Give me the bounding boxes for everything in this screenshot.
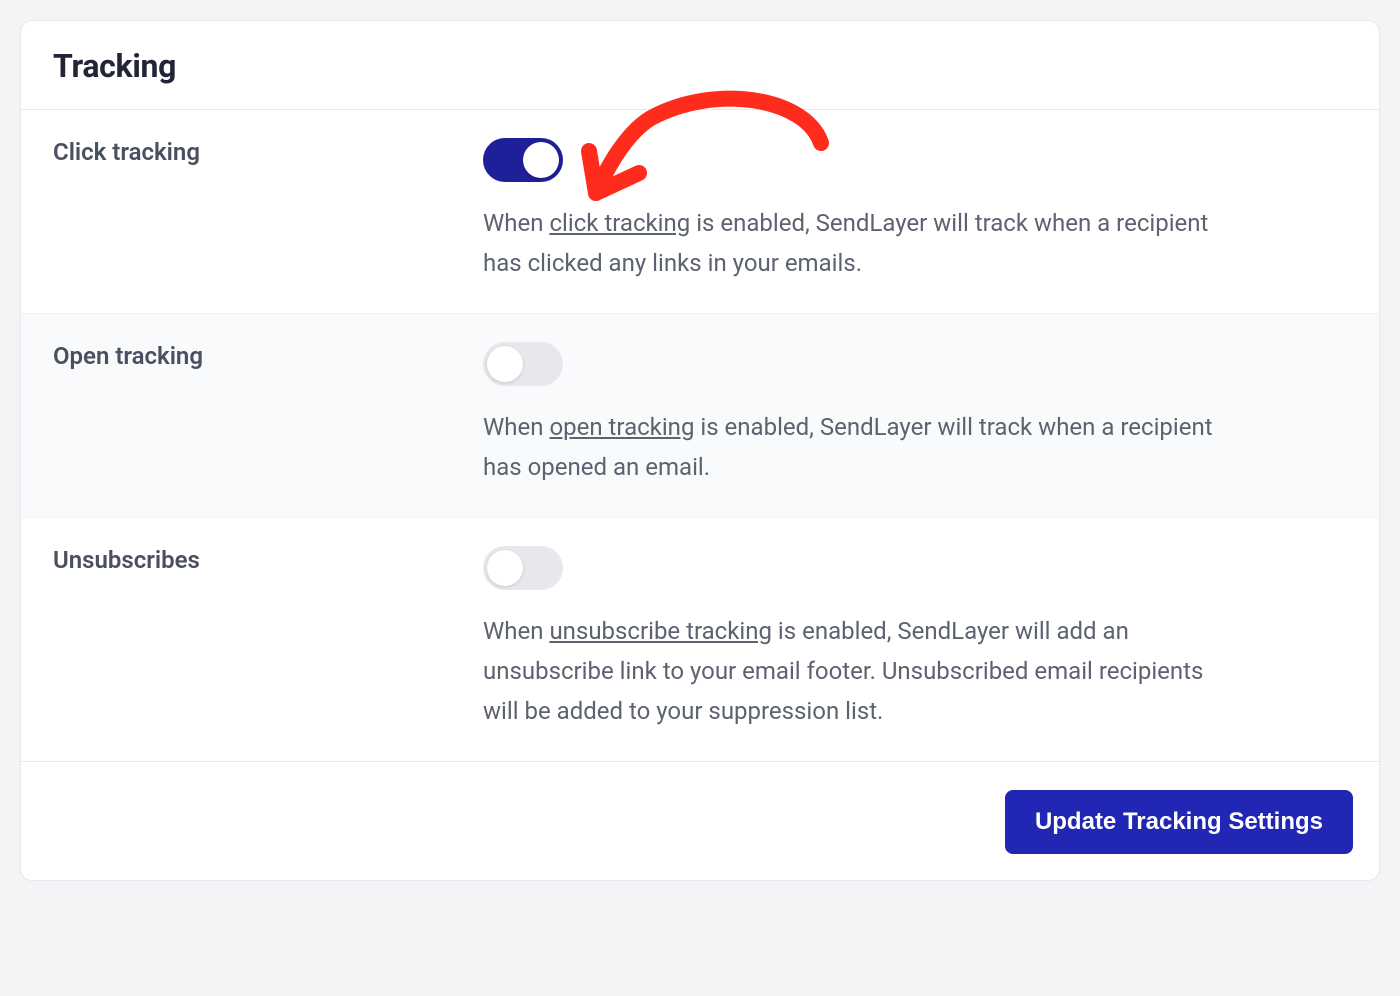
setting-label-unsubscribes: Unsubscribes: [53, 546, 483, 574]
toggle-knob: [487, 346, 523, 382]
setting-desc-click-tracking: When click tracking is enabled, SendLaye…: [483, 204, 1223, 283]
card-header: Tracking: [21, 21, 1379, 110]
setting-control-col: When unsubscribe tracking is enabled, Se…: [483, 546, 1347, 731]
unsubscribe-tracking-link[interactable]: unsubscribe tracking: [549, 617, 772, 645]
setting-label-open-tracking: Open tracking: [53, 342, 483, 370]
setting-label-click-tracking: Click tracking: [53, 138, 483, 166]
toggle-unsubscribes[interactable]: [483, 546, 563, 590]
setting-row-open-tracking: Open tracking When open tracking is enab…: [21, 314, 1379, 518]
update-tracking-settings-button[interactable]: Update Tracking Settings: [1005, 790, 1353, 854]
setting-label-col: Click tracking: [53, 138, 483, 283]
toggle-click-tracking[interactable]: [483, 138, 563, 182]
click-tracking-link[interactable]: click tracking: [549, 209, 690, 237]
setting-row-click-tracking: Click tracking When click tracking is en…: [21, 110, 1379, 314]
setting-label-col: Unsubscribes: [53, 546, 483, 731]
toggle-knob: [523, 142, 559, 178]
setting-control-col: When open tracking is enabled, SendLayer…: [483, 342, 1347, 487]
open-tracking-link[interactable]: open tracking: [549, 413, 694, 441]
toggle-knob: [487, 550, 523, 586]
setting-label-col: Open tracking: [53, 342, 483, 487]
setting-row-unsubscribes: Unsubscribes When unsubscribe tracking i…: [21, 518, 1379, 761]
desc-text: When: [483, 413, 549, 441]
desc-text: When: [483, 209, 549, 237]
desc-text: When: [483, 617, 549, 645]
page-title: Tracking: [53, 47, 1347, 85]
settings-card: Tracking Click tracking When click track…: [20, 20, 1380, 881]
card-footer: Update Tracking Settings: [21, 761, 1379, 880]
setting-desc-open-tracking: When open tracking is enabled, SendLayer…: [483, 408, 1223, 487]
toggle-open-tracking[interactable]: [483, 342, 563, 386]
setting-desc-unsubscribes: When unsubscribe tracking is enabled, Se…: [483, 612, 1223, 731]
setting-control-col: When click tracking is enabled, SendLaye…: [483, 138, 1347, 283]
